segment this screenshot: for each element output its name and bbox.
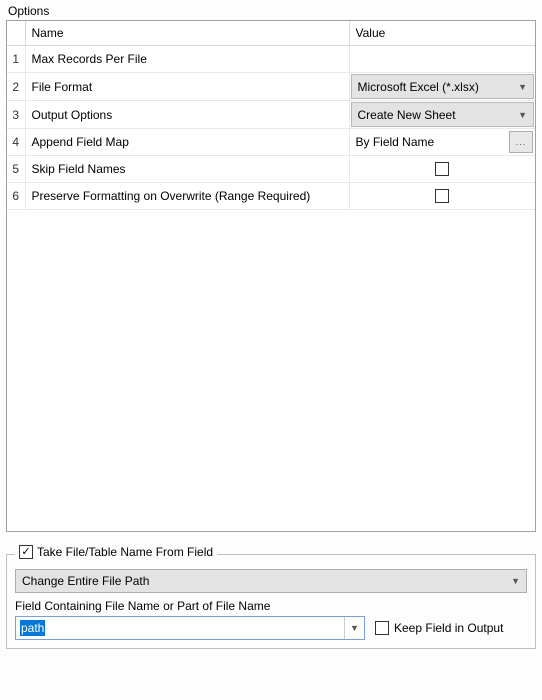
- take-filename-checkbox[interactable]: ✓: [19, 545, 33, 559]
- browse-button[interactable]: ...: [509, 131, 533, 153]
- field-name-combobox[interactable]: path ▼: [15, 616, 365, 640]
- table-row: 3 Output Options Create New Sheet ▼: [7, 101, 535, 129]
- row-name: Append Field Map: [25, 129, 349, 156]
- row-name: Output Options: [25, 101, 349, 129]
- options-title: Options: [6, 4, 536, 18]
- row-name: Max Records Per File: [25, 46, 349, 73]
- chevron-down-icon: ▼: [518, 82, 527, 92]
- keep-field-checkbox[interactable]: [375, 621, 389, 635]
- field-name-value: path: [16, 621, 344, 635]
- take-filename-label: Take File/Table Name From Field: [37, 545, 213, 559]
- row-number: 3: [7, 101, 25, 129]
- table-row: 5 Skip Field Names: [7, 156, 535, 183]
- options-grid: Name Value 1 Max Records Per File 2 File…: [6, 20, 536, 532]
- path-option-dropdown[interactable]: Change Entire File Path ▼: [15, 569, 527, 593]
- table-row: 2 File Format Microsoft Excel (*.xlsx) ▼: [7, 73, 535, 101]
- dropdown-value: Change Entire File Path: [22, 574, 149, 588]
- row-name: Preserve Formatting on Overwrite (Range …: [25, 183, 349, 210]
- field-containing-label: Field Containing File Name or Part of Fi…: [15, 599, 527, 613]
- header-rownum: [7, 21, 25, 46]
- max-records-input[interactable]: [349, 46, 535, 73]
- skip-field-names-checkbox[interactable]: [435, 162, 449, 176]
- preserve-formatting-checkbox[interactable]: [435, 189, 449, 203]
- dropdown-value: Create New Sheet: [358, 108, 456, 122]
- chevron-down-icon[interactable]: ▼: [344, 617, 364, 639]
- table-row: 1 Max Records Per File: [7, 46, 535, 73]
- dropdown-value: Microsoft Excel (*.xlsx): [358, 80, 479, 94]
- row-number: 5: [7, 156, 25, 183]
- take-filename-fieldset: ✓ Take File/Table Name From Field Change…: [6, 554, 536, 649]
- table-row: 6 Preserve Formatting on Overwrite (Rang…: [7, 183, 535, 210]
- keep-field-label: Keep Field in Output: [394, 621, 503, 635]
- row-name: Skip Field Names: [25, 156, 349, 183]
- table-row: 4 Append Field Map By Field Name ...: [7, 129, 535, 156]
- row-number: 6: [7, 183, 25, 210]
- row-number: 2: [7, 73, 25, 101]
- output-options-dropdown[interactable]: Create New Sheet ▼: [351, 102, 535, 127]
- header-name: Name: [25, 21, 349, 46]
- chevron-down-icon: ▼: [511, 576, 520, 586]
- row-number: 4: [7, 129, 25, 156]
- row-number: 1: [7, 46, 25, 73]
- chevron-down-icon: ▼: [518, 110, 527, 120]
- options-table: Name Value 1 Max Records Per File 2 File…: [7, 21, 535, 210]
- row-name: File Format: [25, 73, 349, 101]
- file-format-dropdown[interactable]: Microsoft Excel (*.xlsx) ▼: [351, 74, 535, 99]
- take-filename-legend: ✓ Take File/Table Name From Field: [15, 545, 217, 559]
- header-value: Value: [349, 21, 535, 46]
- append-field-map-value[interactable]: By Field Name: [350, 135, 510, 149]
